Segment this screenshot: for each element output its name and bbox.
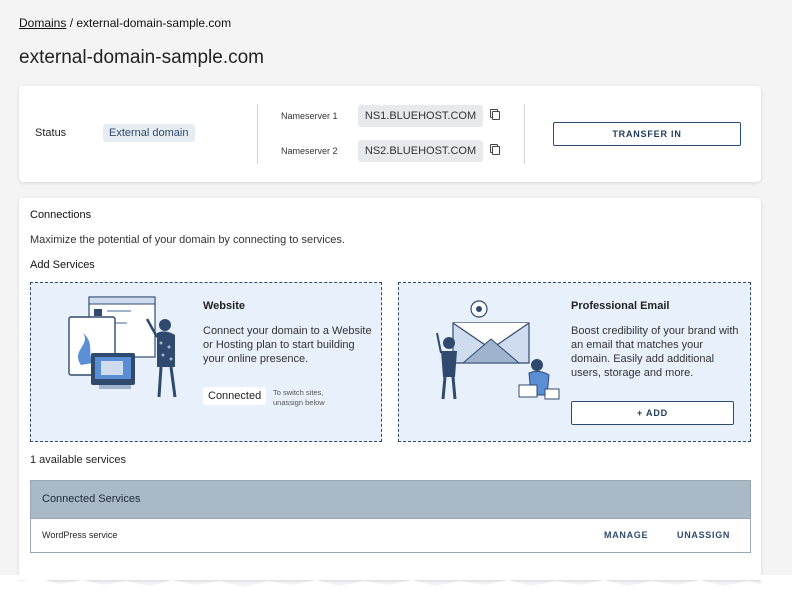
page-title: external-domain-sample.com [19,47,264,68]
email-description: Boost credibility of your brand with an … [571,325,739,379]
nameserver-2-label: Nameserver 2 [281,146,338,156]
copy-icon[interactable] [490,109,500,120]
website-description: Connect your domain to a Website or Host… [203,325,372,365]
breadcrumb-current: external-domain-sample.com [76,16,232,30]
connections-description: Maximize the potential of your domain by… [30,234,345,246]
add-email-button[interactable]: + ADD [571,401,734,425]
divider [257,104,258,164]
nameserver-1-label: Nameserver 1 [281,111,338,121]
torn-edge [0,575,792,605]
email-service-card: Professional Email Boost credibility of … [398,282,751,442]
copy-icon[interactable] [490,144,500,155]
manage-link[interactable]: MANAGE [604,530,648,540]
connected-services-table: Connected Services WordPress service MAN… [30,480,751,553]
website-illustration [68,296,177,398]
service-name: WordPress service [42,530,118,540]
table-header: Connected Services [31,481,750,518]
add-services-title: Add Services [30,259,95,271]
nameserver-2-value: NS2.BLUEHOST.COM [358,140,483,162]
divider [524,104,525,164]
website-service-card: Website Connect your domain to a Website… [30,282,382,442]
breadcrumb-link-domains[interactable]: Domains [19,16,66,30]
status-card: Status External domain Nameserver 1 NS1.… [19,86,761,182]
breadcrumb-separator: / [66,16,77,30]
connections-title: Connections [30,209,92,221]
breadcrumb: Domains / external-domain-sample.com [19,16,231,30]
table-row: WordPress service MANAGE UNASSIGN [31,518,750,552]
website-title: Website [203,300,245,312]
nameserver-1-value: NS1.BLUEHOST.COM [358,105,483,127]
switch-sites-note: To switch sites, unassign below [273,388,325,407]
transfer-in-button[interactable]: TRANSFER IN [553,122,741,146]
available-services-count: 1 available services [30,454,126,466]
connected-badge: Connected [203,387,267,405]
status-label: Status [35,127,67,139]
status-badge: External domain [103,124,195,142]
connections-card: Connections Maximize the potential of yo… [19,198,761,580]
email-illustration [436,300,560,400]
email-title: Professional Email [571,300,670,312]
unassign-link[interactable]: UNASSIGN [677,530,730,540]
